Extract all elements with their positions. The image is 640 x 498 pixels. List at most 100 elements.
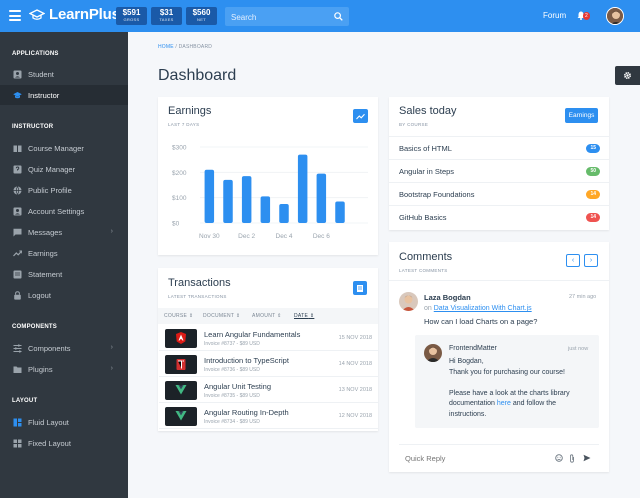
chevron-left-icon: ‹: [571, 257, 575, 264]
column-header-document[interactable]: DOCUMENT ⇕: [203, 313, 240, 319]
table-row[interactable]: Angular Unit Testing Invoice #8735 - $89…: [159, 378, 378, 403]
logo[interactable]: LearnPlus: [29, 6, 120, 23]
sales-row[interactable]: Basics of HTML 15: [389, 136, 609, 159]
y-tick-label: $100: [172, 195, 187, 202]
chevron-right-icon: ›: [110, 344, 113, 351]
earnings-trend-button[interactable]: [353, 109, 368, 123]
table-row[interactable]: Introduction to TypeScript Invoice #8736…: [159, 352, 378, 377]
earnings-button[interactable]: Earnings: [565, 108, 598, 123]
bar[interactable]: [335, 201, 345, 223]
sidebar-item-account-settings[interactable]: Account Settings: [0, 201, 128, 221]
comments-title: Comments: [399, 251, 453, 263]
search-input[interactable]: [225, 8, 325, 27]
quick-reply-bar: [399, 444, 599, 470]
column-header-course[interactable]: COURSE ⇕: [164, 313, 193, 319]
course-thumbnail: [165, 329, 197, 348]
reply-author[interactable]: FrontendMatter: [449, 345, 497, 352]
attach-icon[interactable]: [569, 454, 575, 463]
send-icon[interactable]: [583, 454, 591, 462]
course-name: Angular Unit Testing: [204, 382, 271, 391]
breadcrumb: HOME / DASHBOARD: [158, 44, 212, 50]
view-quilt-icon: [13, 418, 22, 426]
quick-reply-input[interactable]: [405, 451, 545, 465]
sidebar-item-student[interactable]: Student: [0, 64, 128, 84]
bar[interactable]: [297, 154, 308, 223]
comment-text: How can I load Charts on a page?: [424, 317, 538, 326]
avatar: [424, 344, 442, 362]
sidebar-item-quiz-manager[interactable]: Quiz Manager: [0, 159, 128, 179]
sidebar-item-components[interactable]: Components ›: [0, 338, 128, 358]
user-avatar[interactable]: [606, 7, 624, 25]
bar[interactable]: [260, 196, 271, 223]
sidebar-item-earnings[interactable]: Earnings: [0, 243, 128, 263]
forum-link[interactable]: Forum: [543, 11, 566, 20]
angular-logo-icon: [176, 332, 186, 344]
sidebar-item-fluid-layout[interactable]: Fluid Layout: [0, 412, 128, 432]
sales-row[interactable]: Bootstrap Foundations 14: [389, 182, 609, 205]
app-name: LearnPlus: [49, 6, 120, 23]
sidebar-item-messages[interactable]: Messages ›: [0, 222, 128, 242]
column-header-amount[interactable]: AMOUNT ⇕: [252, 313, 282, 319]
stat-net: $560 NET: [186, 7, 217, 25]
sidebar-item-label: Student: [28, 69, 54, 79]
sidebar-item-label: Course Manager: [28, 143, 84, 153]
sidebar: APPLICATIONS Student Instructor INSTRUCT…: [0, 32, 128, 498]
breadcrumb-home[interactable]: HOME: [158, 44, 174, 50]
sidebar-item-public-profile[interactable]: Public Profile: [0, 180, 128, 200]
y-tick-label: $300: [172, 145, 187, 152]
search-box: [225, 7, 349, 27]
sales-title: Sales today: [399, 105, 457, 117]
comment-author[interactable]: Laza Bogdan: [424, 293, 471, 302]
earnings-subtitle: LAST 7 DAYS: [168, 122, 200, 127]
bar[interactable]: [241, 176, 252, 223]
prev-button[interactable]: ‹: [566, 254, 580, 267]
search-icon[interactable]: [334, 12, 343, 21]
y-tick-label: $0: [172, 221, 180, 228]
gear-icon: [624, 72, 631, 79]
transactions-receipt-button[interactable]: [353, 281, 367, 295]
sales-row[interactable]: GitHub Basics 14: [389, 205, 609, 228]
sidebar-item-label: Quiz Manager: [28, 164, 76, 174]
sidebar-item-plugins[interactable]: Plugins ›: [0, 359, 128, 379]
menu-icon[interactable]: [9, 10, 21, 21]
book-icon: [13, 145, 22, 152]
bar[interactable]: [316, 173, 327, 223]
sidebar-item-statement[interactable]: Statement: [0, 264, 128, 284]
bar[interactable]: [223, 179, 233, 223]
transactions-title: Transactions: [168, 277, 231, 289]
x-tick-label: Dec 2: [238, 233, 255, 240]
column-header-date[interactable]: DATE ⇕: [294, 313, 314, 319]
sidebar-item-label: Plugins: [28, 364, 53, 374]
course-link[interactable]: Data Visualization With Chart.js: [434, 305, 532, 312]
sidebar-item-logout[interactable]: Logout: [0, 285, 128, 305]
settings-button[interactable]: [615, 66, 640, 85]
folder-icon: [13, 366, 22, 373]
sidebar-item-instructor[interactable]: Instructor: [0, 85, 128, 105]
sidebar-heading-layout: LAYOUT: [12, 398, 38, 404]
table-row[interactable]: Angular Routing In-Depth Invoice #8734 -…: [159, 404, 378, 429]
view-compact-icon: [13, 439, 22, 447]
trending-up-icon: [356, 113, 365, 119]
sidebar-item-fixed-layout[interactable]: Fixed Layout: [0, 433, 128, 453]
transaction-date: 15 NOV 2018: [338, 335, 372, 341]
next-button[interactable]: ›: [584, 254, 598, 267]
typescript-logo-icon: [176, 359, 186, 370]
emoji-icon[interactable]: [555, 454, 563, 462]
table-row[interactable]: Learn Angular Fundamentals Invoice #8737…: [159, 326, 378, 351]
bar[interactable]: [204, 169, 215, 223]
sidebar-heading-applications: APPLICATIONS: [12, 51, 59, 57]
sidebar-item-label: Account Settings: [28, 206, 85, 216]
sidebar-heading-components: COMPONENTS: [12, 324, 58, 330]
reply-body: Hi Bogdan, Thank you for purchasing our …: [449, 358, 570, 418]
docs-link[interactable]: here: [497, 400, 511, 407]
course-thumbnail: [165, 381, 197, 400]
notification-count: 2: [583, 12, 590, 20]
stat-gross: $591 GROSS: [116, 7, 147, 25]
course-name: Introduction to TypeScript: [204, 356, 289, 365]
stat-taxes: $31 TAXES: [151, 7, 182, 25]
trending-up-icon: [13, 250, 22, 256]
avatar-image: [399, 292, 418, 311]
sidebar-item-course-manager[interactable]: Course Manager: [0, 138, 128, 158]
bar[interactable]: [279, 204, 289, 223]
sales-row[interactable]: Angular in Steps 50: [389, 159, 609, 182]
